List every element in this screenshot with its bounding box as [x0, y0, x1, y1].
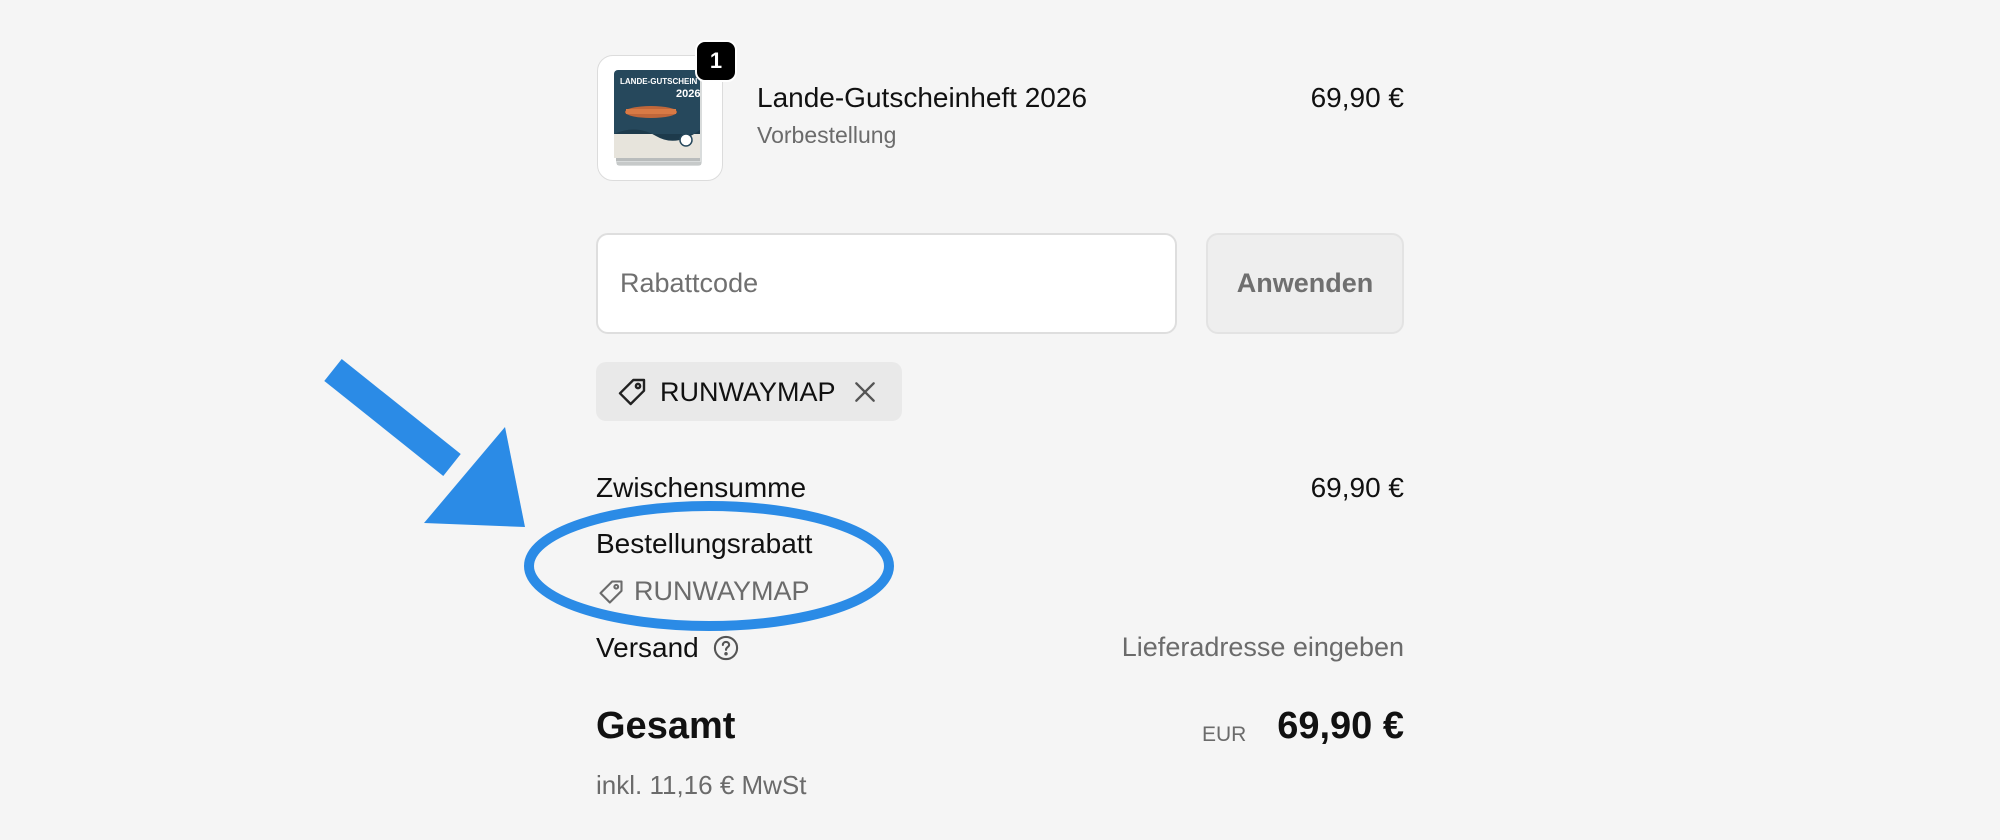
- tag-icon: [618, 378, 646, 406]
- product-subtitle: Vorbestellung: [757, 122, 897, 148]
- apply-discount-button[interactable]: Anwenden: [1206, 233, 1404, 334]
- tax-note: inkl. 11,16 € MwSt: [596, 770, 807, 800]
- applied-discount-chip: RUNWAYMAP: [596, 362, 902, 421]
- thumbnail-title: LANDE-GUTSCHEIN: [620, 77, 698, 86]
- annotation-overlay: [324, 359, 894, 631]
- help-circle-icon[interactable]: [712, 634, 740, 662]
- subtotal-label: Zwischensumme: [596, 472, 807, 503]
- quantity-badge: 1: [695, 40, 737, 82]
- order-discount-code: RUNWAYMAP: [634, 576, 810, 606]
- total-currency: EUR: [1202, 723, 1247, 746]
- arrow-annotation: [324, 359, 461, 476]
- thumbnail-year: 2026: [676, 88, 700, 100]
- ellipse-annotation: [524, 501, 894, 631]
- subtotal-value: 69,90 €: [1310, 472, 1404, 503]
- shipping-label: Versand: [596, 632, 699, 663]
- close-icon[interactable]: [852, 379, 878, 405]
- total-label: Gesamt: [596, 705, 736, 747]
- arrow-head-annotation: [424, 427, 525, 527]
- applied-code-label: RUNWAYMAP: [660, 377, 836, 407]
- order-discount-label: Bestellungsrabatt: [596, 528, 813, 559]
- tag-icon: [599, 580, 623, 604]
- product-price: 69,90 €: [1310, 82, 1404, 113]
- shipping-value: Lieferadresse eingeben: [1121, 632, 1404, 662]
- product-name: Lande-Gutscheinheft 2026: [757, 82, 1088, 113]
- total-value: 69,90 €: [1277, 705, 1404, 747]
- discount-code-input[interactable]: [596, 233, 1177, 334]
